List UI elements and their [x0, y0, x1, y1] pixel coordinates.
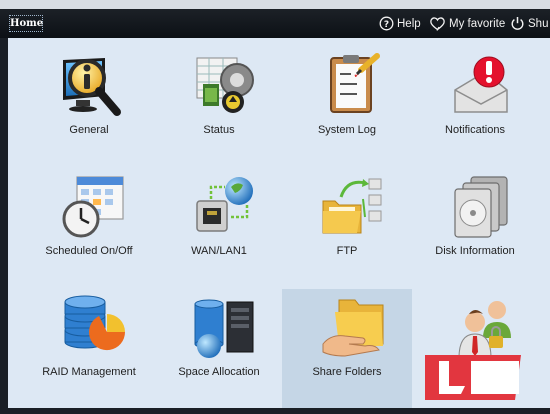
top-toolbar: Home ? Help My favorite Shu [0, 9, 550, 38]
space-allocation-tile[interactable]: Space Allocation [154, 284, 284, 394]
power-icon [511, 17, 524, 30]
raid-management-label: RAID Management [42, 366, 136, 378]
home-button[interactable]: Home [9, 15, 43, 32]
my-favorite-link[interactable]: My favorite [429, 9, 505, 38]
general-info-icon [63, 58, 121, 116]
window-top-edge [0, 0, 550, 9]
ftp-tile[interactable]: FTP [282, 163, 412, 273]
general-tile[interactable]: General [24, 42, 154, 152]
notifications-tile[interactable]: Notifications [410, 42, 540, 152]
calendar-clock-icon [62, 176, 124, 238]
share-folder-hand-icon [322, 299, 384, 357]
network-globe-icon [196, 177, 253, 232]
svg-text:?: ? [384, 20, 389, 30]
server-globe-icon [194, 299, 254, 358]
ftp-folder-icon [322, 178, 382, 234]
help-link[interactable]: ? Help [379, 9, 421, 38]
shutdown-link[interactable]: Shu [510, 9, 548, 38]
favorite-label: My favorite [449, 17, 506, 30]
scheduled-onoff-label: Scheduled On/Off [45, 245, 133, 257]
scheduled-onoff-tile[interactable]: Scheduled On/Off [24, 163, 154, 273]
notification-envelope-icon [454, 56, 508, 113]
raid-database-icon [64, 295, 126, 351]
clipboard-log-icon: ✓ [330, 53, 380, 113]
watermark-logo [425, 355, 521, 400]
wan-lan1-tile[interactable]: WAN/LAN1 [154, 163, 284, 273]
heart-icon [430, 17, 445, 31]
help-icon: ? [379, 16, 394, 31]
general-label: General [69, 124, 109, 136]
share-folders-tile[interactable]: Share Folders [282, 284, 412, 394]
status-tile[interactable]: Status [154, 42, 284, 152]
system-log-tile[interactable]: ✓ System Log [282, 42, 412, 152]
disk-information-label: Disk Information [435, 245, 515, 257]
help-label: Help [397, 17, 421, 30]
shutdown-label: Shu [528, 17, 549, 30]
window-bottom-edge [0, 408, 550, 414]
disk-stack-icon [454, 176, 508, 238]
status-icon [196, 57, 254, 113]
raid-management-tile[interactable]: RAID Management [24, 284, 154, 394]
disk-information-tile[interactable]: Disk Information [410, 163, 540, 273]
nas-control-panel: Home ? Help My favorite Shu General Stat… [0, 0, 550, 414]
users-lock-icon [458, 301, 511, 359]
notifications-label: Notifications [445, 124, 505, 136]
